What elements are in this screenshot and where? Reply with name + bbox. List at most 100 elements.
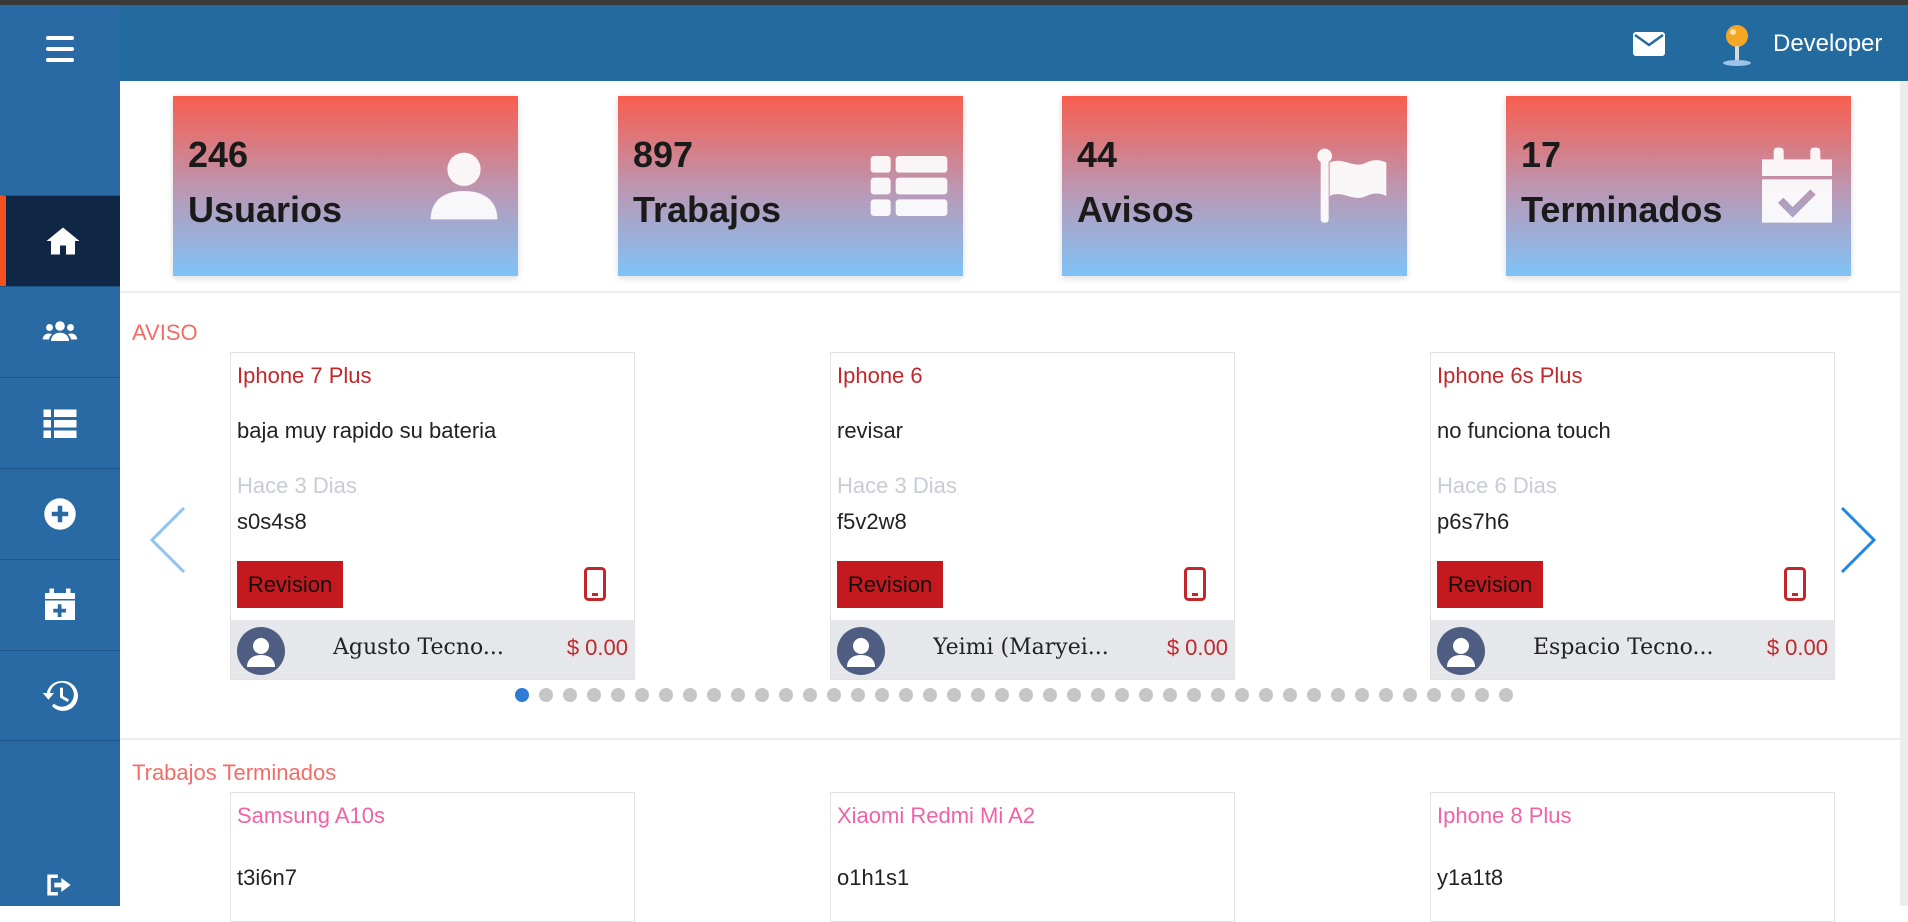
carousel-dot[interactable] bbox=[1379, 688, 1393, 702]
carousel-dot[interactable] bbox=[851, 688, 865, 702]
card-time: Hace 3 Dias bbox=[837, 473, 957, 498]
carousel-dot[interactable] bbox=[731, 688, 745, 702]
carousel-dot[interactable] bbox=[803, 688, 817, 702]
client-name: Agusto Tecno... bbox=[333, 635, 504, 660]
carousel-next-button[interactable] bbox=[1838, 505, 1878, 579]
stat-label: Avisos bbox=[1077, 189, 1194, 230]
aviso-card[interactable]: Iphone 7 Plus baja muy rapido su bateria… bbox=[230, 352, 635, 680]
carousel-prev-button[interactable] bbox=[148, 505, 188, 579]
nav-item-history[interactable] bbox=[0, 650, 120, 741]
carousel-dot[interactable] bbox=[1067, 688, 1081, 702]
carousel-dot[interactable] bbox=[1307, 688, 1321, 702]
avatar bbox=[237, 627, 285, 675]
status-badge[interactable]: Revision bbox=[1437, 561, 1543, 608]
user-icon bbox=[424, 146, 504, 230]
card-price: $ 0.00 bbox=[1166, 635, 1228, 660]
carousel-pagination bbox=[515, 688, 1513, 702]
stat-label: Trabajos bbox=[633, 189, 782, 230]
vertical-scrollbar[interactable] bbox=[1900, 81, 1908, 906]
carousel-dot[interactable] bbox=[611, 688, 625, 702]
card-price: $ 0.00 bbox=[1766, 635, 1828, 660]
carousel-dot[interactable] bbox=[1115, 688, 1129, 702]
card-time: Hace 3 Dias bbox=[237, 473, 357, 498]
client-name: Espacio Tecno... bbox=[1533, 635, 1714, 660]
top-header: Developer bbox=[120, 5, 1908, 81]
card-price: $ 0.00 bbox=[566, 635, 628, 660]
carousel-dot[interactable] bbox=[899, 688, 913, 702]
phone-icon bbox=[1784, 567, 1806, 605]
map-pin-icon bbox=[1723, 25, 1751, 66]
carousel-dot[interactable] bbox=[707, 688, 721, 702]
calendar-plus-icon bbox=[45, 588, 75, 620]
carousel-dot[interactable] bbox=[1211, 688, 1225, 702]
carousel-dot[interactable] bbox=[515, 688, 529, 702]
carousel-dot[interactable] bbox=[1403, 688, 1417, 702]
carousel-dot[interactable] bbox=[1451, 688, 1465, 702]
status-badge[interactable]: Revision bbox=[237, 561, 343, 608]
users-icon bbox=[42, 321, 78, 341]
carousel-dot[interactable] bbox=[587, 688, 601, 702]
card-device: Iphone 6 bbox=[837, 363, 923, 388]
carousel-dot[interactable] bbox=[1163, 688, 1177, 702]
carousel-dot[interactable] bbox=[995, 688, 1009, 702]
carousel-dot[interactable] bbox=[1091, 688, 1105, 702]
carousel-dot[interactable] bbox=[1139, 688, 1153, 702]
nav-item-calendar[interactable] bbox=[0, 559, 120, 650]
aviso-card[interactable]: Iphone 6s Plus no funciona touch Hace 6 … bbox=[1430, 352, 1835, 680]
card-code: y1a1t8 bbox=[1437, 865, 1504, 890]
carousel-dot[interactable] bbox=[1235, 688, 1249, 702]
finished-job-card[interactable]: Xiaomi Redmi Mi A2 o1h1s1 bbox=[830, 792, 1235, 922]
carousel-dot[interactable] bbox=[659, 688, 673, 702]
stat-label: Usuarios bbox=[188, 189, 343, 230]
mail-icon bbox=[1633, 32, 1665, 56]
carousel-dot[interactable] bbox=[635, 688, 649, 702]
carousel-dot[interactable] bbox=[1427, 688, 1441, 702]
history-icon bbox=[42, 680, 78, 711]
carousel-dot[interactable] bbox=[827, 688, 841, 702]
carousel-dot[interactable] bbox=[539, 688, 553, 702]
phone-icon bbox=[1184, 567, 1206, 605]
carousel-dot[interactable] bbox=[1499, 688, 1513, 702]
messages-button[interactable] bbox=[1633, 32, 1665, 60]
carousel-dot[interactable] bbox=[923, 688, 937, 702]
stat-card-usuarios[interactable]: 246 Usuarios bbox=[173, 96, 518, 276]
avatar[interactable] bbox=[1717, 23, 1757, 71]
card-code: s0s4s8 bbox=[237, 509, 307, 534]
carousel-dot[interactable] bbox=[1043, 688, 1057, 702]
finished-job-card[interactable]: Iphone 8 Plus y1a1t8 bbox=[1430, 792, 1835, 922]
card-description: no funciona touch bbox=[1437, 418, 1611, 443]
card-device: Samsung A10s bbox=[237, 803, 385, 828]
nav-item-home[interactable] bbox=[0, 195, 120, 286]
carousel-dot[interactable] bbox=[755, 688, 769, 702]
logout-button[interactable] bbox=[43, 871, 75, 903]
carousel-dot[interactable] bbox=[1019, 688, 1033, 702]
carousel-dot[interactable] bbox=[875, 688, 889, 702]
card-time: Hace 6 Dias bbox=[1437, 473, 1557, 498]
nav-item-list[interactable] bbox=[0, 377, 120, 468]
stat-card-terminados[interactable]: 17 Terminados bbox=[1506, 96, 1851, 276]
nav-item-users[interactable] bbox=[0, 286, 120, 377]
carousel-dot[interactable] bbox=[779, 688, 793, 702]
status-badge[interactable]: Revision bbox=[837, 561, 943, 608]
stat-card-trabajos[interactable]: 897 Trabajos bbox=[618, 96, 963, 276]
carousel-dot[interactable] bbox=[1259, 688, 1273, 702]
carousel-dot[interactable] bbox=[1331, 688, 1345, 702]
stat-card-avisos[interactable]: 44 Avisos bbox=[1062, 96, 1407, 276]
nav-item-add[interactable] bbox=[0, 468, 120, 559]
card-device: Iphone 6s Plus bbox=[1437, 363, 1583, 388]
carousel-dot[interactable] bbox=[1283, 688, 1297, 702]
user-name[interactable]: Developer bbox=[1773, 30, 1882, 58]
finished-job-card[interactable]: Samsung A10s t3i6n7 bbox=[230, 792, 635, 922]
carousel-dot[interactable] bbox=[1475, 688, 1489, 702]
plus-circle-icon bbox=[44, 498, 76, 530]
carousel-dot[interactable] bbox=[1187, 688, 1201, 702]
section-divider bbox=[120, 291, 1900, 293]
aviso-card[interactable]: Iphone 6 revisar Hace 3 Dias f5v2w8 Revi… bbox=[830, 352, 1235, 680]
carousel-dot[interactable] bbox=[1355, 688, 1369, 702]
carousel-dot[interactable] bbox=[563, 688, 577, 702]
carousel-dot[interactable] bbox=[947, 688, 961, 702]
carousel-dot[interactable] bbox=[971, 688, 985, 702]
card-code: o1h1s1 bbox=[837, 865, 910, 890]
menu-toggle-icon[interactable] bbox=[46, 36, 74, 62]
carousel-dot[interactable] bbox=[683, 688, 697, 702]
